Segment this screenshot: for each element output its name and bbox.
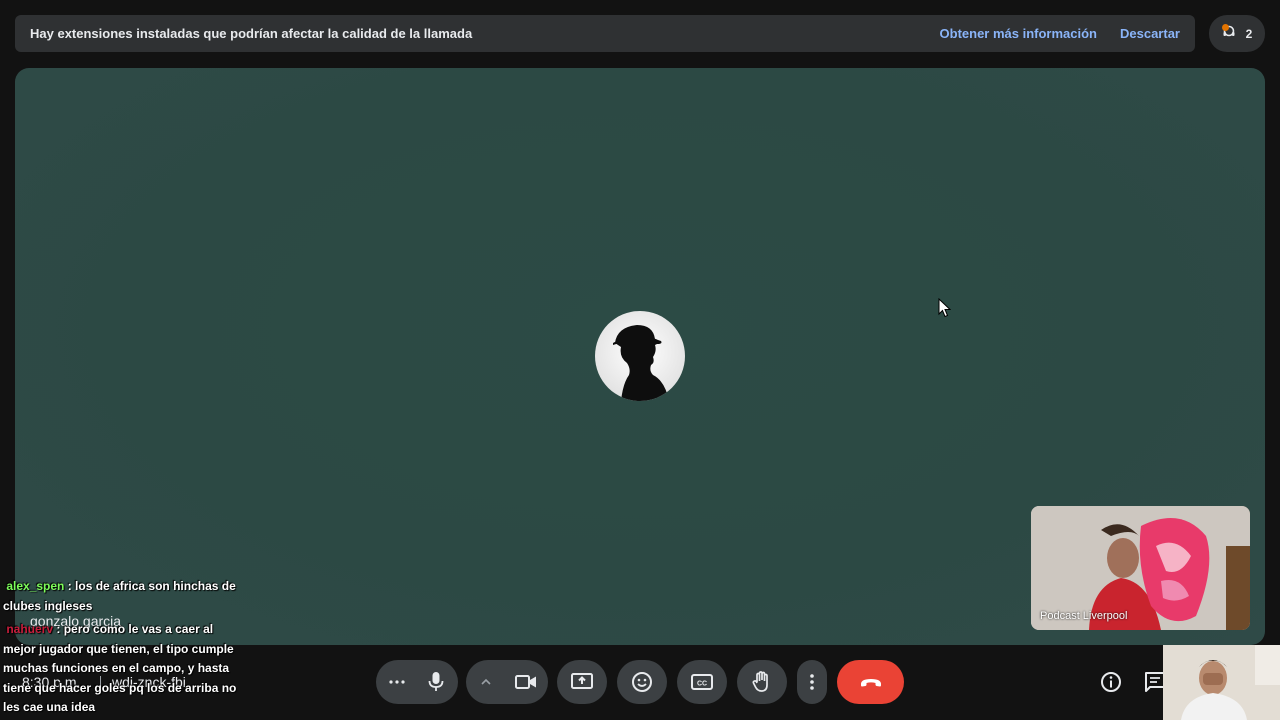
reactions-button[interactable] [617,660,667,704]
pip-participant-name: Podcast Liverpool [1040,610,1128,622]
participants-chip[interactable]: 2 [1209,15,1265,52]
dismiss-button[interactable]: Descartar [1120,26,1180,41]
emoji-icon [632,672,652,692]
end-call-icon [860,679,881,687]
self-view-camera [1163,645,1280,720]
end-call-button[interactable] [837,660,904,704]
person-silhouette-avatar [595,311,685,401]
meeting-info-button[interactable] [1099,670,1123,694]
camera-options-button[interactable] [466,660,506,704]
learn-more-link[interactable]: Obtener más información [940,26,1097,41]
microphone-button[interactable] [414,660,458,704]
banner-message: Hay extensiones instaladas que podrían a… [30,26,473,41]
mouse-cursor-icon [938,298,951,318]
more-options-icon [389,680,405,684]
participants-count: 2 [1245,26,1253,41]
camera-icon [515,675,536,689]
chat-message: alex_spen : los de africa son hinchas de… [3,577,243,616]
chat-message: nahuerv : pero como le vas a caer al mej… [3,620,243,718]
microphone-icon [428,672,444,691]
more-options-button[interactable] [376,660,418,704]
captions-button[interactable]: CC [677,660,727,704]
info-icon [1101,672,1121,692]
more-vert-button[interactable] [797,660,827,704]
present-screen-icon [571,673,593,689]
chevron-up-icon [481,678,491,685]
more-vert-icon [810,674,814,690]
participant-tile-podcast[interactable]: Podcast Liverpool [1031,506,1250,630]
chat-overlay: alex_spen : los de africa son hinchas de… [3,577,243,718]
chat-username: nahuerv [6,622,54,636]
activity-dot [1222,24,1229,31]
extensions-warning-banner: Hay extensiones instaladas que podrían a… [15,15,1195,52]
raise-hand-button[interactable] [737,660,787,704]
svg-text:CC: CC [697,681,707,688]
present-screen-button[interactable] [557,660,607,704]
raise-hand-icon [752,671,768,692]
chat-username: alex_spen [6,579,65,593]
captions-icon: CC [691,674,713,690]
camera-button[interactable] [504,660,548,704]
